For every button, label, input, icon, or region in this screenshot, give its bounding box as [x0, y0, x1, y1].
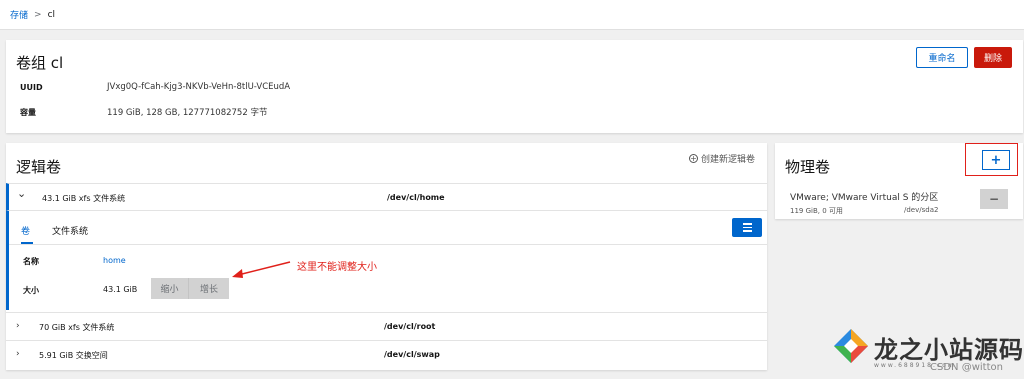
create-logical-volume-label: 创建新逻辑卷: [700, 155, 755, 165]
tab-filesystem[interactable]: 文件系统: [52, 224, 88, 237]
uuid-value: JVxg0Q-fCah-Kjg3-NKVb-VeHn-8tlU-VCEudA: [107, 82, 291, 92]
physical-volume-name: VMware; VMware Virtual S 的分区: [790, 193, 939, 203]
tab-volume[interactable]: 卷: [21, 224, 30, 237]
detail-tabs: 卷 文件系统: [21, 224, 88, 237]
breadcrumb-current: cl: [47, 9, 56, 20]
top-bar: 存储 > cl: [0, 0, 1024, 30]
capacity-label: 容量: [20, 108, 36, 117]
annotation-arrow-icon: [232, 261, 291, 278]
logical-volume-path: /dev/cl/swap: [384, 350, 440, 359]
menu-icon[interactable]: [732, 218, 762, 237]
create-logical-volume-link[interactable]: + 创建新逻辑卷: [688, 152, 755, 165]
chevron-right-icon[interactable]: ›: [16, 321, 20, 331]
watermark-credit: CSDN @witton: [930, 362, 1003, 373]
watermark-site-name: 龙之小站源码: [874, 336, 1024, 364]
logical-volume-row-root[interactable]: › 70 GiB xfs 文件系统 /dev/cl/root: [6, 312, 767, 340]
size-label: 大小: [23, 286, 39, 295]
rename-button[interactable]: 重命名: [916, 47, 968, 68]
shrink-button[interactable]: 缩小: [151, 278, 189, 299]
logical-volumes-title: 逻辑卷: [16, 158, 62, 176]
chevron-down-icon[interactable]: ⌄: [17, 187, 26, 200]
watermark-logo-icon: [834, 329, 868, 363]
annotation-text: 这里不能调整大小: [297, 262, 377, 273]
logical-volume-description: 70 GiB xfs 文件系统: [39, 323, 115, 332]
logical-volume-row-swap[interactable]: › 5.91 GiB 交换空间 /dev/cl/swap: [6, 340, 767, 368]
breadcrumb-separator: >: [34, 9, 42, 20]
physical-volumes-title: 物理卷: [785, 158, 831, 176]
logical-volume-row-home[interactable]: ⌄ 43.1 GiB xfs 文件系统 /dev/cl/home: [6, 183, 767, 211]
logical-volumes-card: 逻辑卷 + 创建新逻辑卷 ⌄ 43.1 GiB xfs 文件系统 /dev/cl…: [6, 143, 767, 370]
name-label: 名称: [23, 257, 39, 266]
logical-volume-description: 5.91 GiB 交换空间: [39, 351, 108, 360]
chevron-right-icon[interactable]: ›: [16, 349, 20, 359]
breadcrumb-link-storage[interactable]: 存储: [10, 8, 28, 21]
grow-button[interactable]: 增长: [189, 278, 229, 299]
uuid-label: UUID: [20, 83, 43, 92]
size-value: 43.1 GiB: [103, 285, 138, 294]
physical-volume-device: /dev/sda2: [904, 206, 939, 214]
tab-divider: [9, 244, 767, 245]
page-title: 卷组 cl: [16, 54, 64, 72]
logical-volume-details: 卷 文件系统 名称 home 大小 43.1 GiB 缩小 增长: [6, 210, 767, 310]
plus-circle-icon: +: [688, 153, 698, 163]
logical-volume-path: /dev/cl/root: [384, 322, 436, 331]
delete-button[interactable]: 删除: [974, 47, 1012, 68]
physical-volume-size: 119 GiB, 0 可用: [790, 207, 843, 215]
breadcrumb: 存储 > cl: [10, 8, 56, 22]
add-physical-volume-button[interactable]: +: [982, 150, 1010, 170]
name-value-link[interactable]: home: [103, 256, 126, 265]
logical-volume-description: 43.1 GiB xfs 文件系统: [42, 194, 126, 203]
capacity-value: 119 GiB, 128 GB, 127771082752 字节: [107, 108, 268, 118]
volume-group-card: 卷组 cl UUID JVxg0Q-fCah-Kjg3-NKVb-VeHn-8t…: [6, 40, 1023, 133]
logical-volume-path: /dev/cl/home: [387, 193, 445, 202]
remove-physical-volume-button[interactable]: −: [980, 189, 1008, 209]
